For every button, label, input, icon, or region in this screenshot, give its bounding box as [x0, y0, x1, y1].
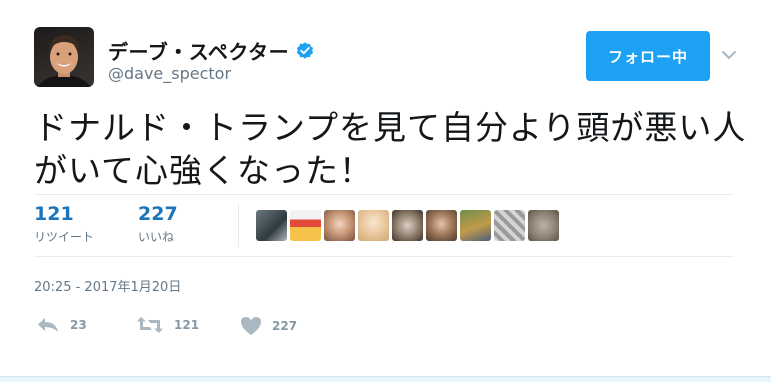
stat-separator	[238, 203, 239, 247]
verified-badge-icon	[295, 41, 315, 61]
liker-avatar[interactable]	[256, 210, 287, 241]
divider	[34, 194, 734, 195]
liker-avatar[interactable]	[426, 210, 457, 241]
reply-button[interactable]: 23	[36, 316, 87, 334]
divider	[34, 256, 734, 257]
like-button[interactable]: 227	[240, 316, 297, 336]
reply-count: 23	[70, 318, 87, 332]
reply-icon	[38, 318, 58, 332]
avatar[interactable]	[34, 27, 94, 87]
like-stat-label[interactable]: いいね	[138, 228, 178, 245]
liker-avatar[interactable]	[324, 210, 355, 241]
like-stat[interactable]: 227 いいね	[138, 203, 178, 245]
retweet-stat-count[interactable]: 121	[34, 203, 94, 225]
display-name-text[interactable]: デーブ・スペクター	[108, 36, 289, 65]
tweet-card: デーブ・スペクター @dave_spector フォロー中 ドナルド・トランプを…	[0, 0, 771, 382]
tweet-timestamp[interactable]: 20:25 - 2017年1月20日	[34, 276, 181, 295]
tweet-text: ドナルド・トランプを見て自分より頭が悪い人 がいて心強くなった！	[34, 108, 747, 190]
liker-avatar[interactable]	[528, 210, 559, 241]
retweet-icon	[137, 317, 163, 333]
heart-icon	[241, 317, 261, 335]
following-button[interactable]: フォロー中	[586, 31, 710, 81]
like-stat-count[interactable]: 227	[138, 203, 178, 225]
liker-avatar[interactable]	[290, 210, 321, 241]
retweet-stat-label[interactable]: リツイート	[34, 228, 94, 245]
liker-avatar[interactable]	[494, 210, 525, 241]
liker-avatar[interactable]	[392, 210, 423, 241]
retweet-action-count: 121	[174, 318, 200, 332]
like-action-count: 227	[272, 319, 298, 333]
caret-down-icon[interactable]	[720, 47, 738, 61]
liker-avatar[interactable]	[358, 210, 389, 241]
screen-name[interactable]: @dave_spector	[108, 64, 231, 83]
likers-avatar-row	[256, 210, 559, 241]
liker-avatar[interactable]	[460, 210, 491, 241]
retweet-stat[interactable]: 121 リツイート	[34, 203, 94, 245]
display-name[interactable]: デーブ・スペクター	[108, 36, 315, 65]
retweet-button[interactable]: 121	[136, 316, 199, 334]
bottom-strip	[0, 376, 771, 382]
